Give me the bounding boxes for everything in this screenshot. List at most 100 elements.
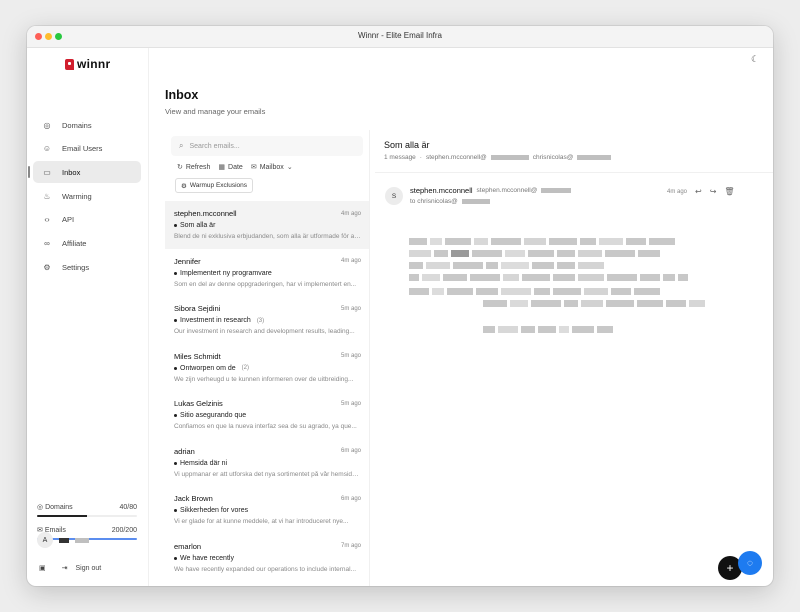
sidebar-item-email-users[interactable]: ☺ Email Users: [33, 138, 141, 160]
email-time: 4m ago: [340, 258, 361, 264]
message-to: to chrisnicolas@: [410, 198, 490, 205]
participant: chrisnicolas@: [532, 154, 574, 161]
email-list: stephen.mcconnell 4m ago Som alla är Blend …: [165, 201, 369, 582]
unread-dot: [174, 271, 177, 275]
domains-usage-label: ◎ Domains: [37, 504, 73, 511]
user-profile[interactable]: A: [37, 532, 89, 548]
warmup-exclusions-button[interactable]: ⚙ Warmup Exclusions: [175, 178, 254, 193]
email-time: 6m ago: [340, 448, 361, 454]
code-icon: ‹›: [44, 215, 50, 225]
redacted-username: [59, 537, 69, 543]
email-list-item[interactable]: Lukas Gelzinis 5m ago Sitio asegurando que…: [165, 391, 369, 439]
forward-icon[interactable]: ↪: [710, 187, 717, 196]
signout-button[interactable]: Sign out: [76, 565, 102, 572]
mailbox-filter-dropdown[interactable]: ✉ Mailbox ⌄: [250, 163, 293, 172]
unread-dot: [174, 556, 177, 560]
list-toolbar: ↻ Refresh ▦ Date ✉ Mailbox ⌄: [177, 163, 293, 172]
email-subject: Hemsida där ni: [180, 459, 228, 467]
domains-usage-bar: [37, 515, 137, 517]
unread-dot: [174, 319, 177, 322]
reply-icon[interactable]: ↩: [695, 187, 702, 196]
email-sender: Miles Schmidt: [174, 351, 221, 361]
search-icon: ⌕: [179, 141, 184, 150]
email-preview: Som en del av denne oppgraderingen, har …: [174, 280, 357, 288]
title-bar: Winnr - Elite Email Infra: [27, 26, 773, 48]
sidebar: winnr ◎ Domains ☺ Email Users ▭ Inbox ♨ Warming…: [27, 48, 149, 586]
sidebar-item-label: Settings: [62, 262, 90, 272]
collapse-sidebar-icon[interactable]: ▣: [39, 564, 46, 572]
mail-icon: ✉: [250, 164, 257, 171]
email-time: 5m ago: [340, 353, 361, 359]
email-preview: Vi er glade for at kunne meddele, at vi …: [174, 518, 349, 525]
email-sender: Lukas Gelzinis: [174, 399, 223, 408]
signout-icon: ⇥: [61, 565, 68, 572]
avatar: A: [37, 532, 53, 548]
email-subject: Implementert ny programvare: [180, 269, 272, 277]
app-window: Winnr - Elite Email Infra winnr ◎ Domains…: [27, 26, 773, 586]
message-actions: ↩ ↪ 🗑: [695, 187, 735, 196]
email-subject: Investment in research: [180, 317, 251, 324]
email-list-item[interactable]: Jack Brown 6m ago Sikkerheden for vores Vi …: [165, 486, 369, 534]
email-list-item[interactable]: emarlon 7m ago We have recently We have rec…: [165, 534, 369, 582]
email-list-item[interactable]: adrian 6m ago Hemsida där ni Vi uppmanar er…: [165, 439, 369, 487]
thread-count: (3): [256, 317, 265, 324]
email-subject: Som alla är: [180, 222, 216, 229]
email-subject: We have recently: [180, 554, 234, 562]
email-time: 6m ago: [340, 495, 361, 502]
sidebar-item-warming[interactable]: ♨ Warming: [33, 185, 141, 207]
sender-avatar: S: [385, 187, 403, 205]
page-subtitle: View and manage your emails: [165, 107, 266, 116]
theme-toggle-moon-icon[interactable]: ☾: [751, 54, 759, 65]
email-preview: Our investment in research and developme…: [174, 328, 355, 335]
unread-dot: [174, 509, 177, 512]
email-time: 5m ago: [340, 400, 361, 407]
sidebar-item-label: Affiliate: [62, 238, 87, 248]
email-subject: Ontworpen om de: [180, 364, 236, 372]
email-list-item[interactable]: Jennifer 4m ago Implementert ny programvar…: [165, 249, 369, 297]
email-preview: Confiamos en que la nueva interfaz sea d…: [174, 423, 357, 430]
domains-usage-value: 40/80: [119, 503, 137, 511]
email-list-item[interactable]: stephen.mcconnell 4m ago Som alla är Blend …: [165, 201, 369, 249]
email-list-item[interactable]: Miles Schmidt 5m ago Ontworpen om de (2) We …: [165, 344, 369, 392]
redacted-address: [490, 155, 529, 160]
email-preview: Blend de ni exklusiva erbjudanden, som a…: [174, 233, 361, 240]
date-sort-button[interactable]: ▦ Date: [218, 163, 242, 172]
calendar-icon: ▦: [218, 164, 226, 171]
redacted-username: [75, 537, 89, 543]
email-sender: Sibora Sejdini: [174, 304, 221, 313]
email-reader: Som alla är 1 message · stephen.mcconnel…: [375, 130, 773, 586]
email-sender: stephen.mcconnell: [174, 209, 237, 218]
sidebar-item-label: Warming: [62, 191, 92, 201]
email-sender: emarlon: [174, 541, 202, 551]
thread-count: (2): [241, 365, 249, 371]
participant: stephen.mcconnell@: [425, 154, 487, 161]
domains-usage-fill: [37, 515, 87, 517]
sidebar-item-domains[interactable]: ◎ Domains: [33, 114, 141, 136]
sidebar-nav: ◎ Domains ☺ Email Users ▭ Inbox ♨ Warming ‹› API ∞…: [28, 114, 141, 280]
link-icon: ∞: [44, 238, 50, 248]
message-from: stephen.mcconnell stephen.mcconnell@: [410, 186, 572, 195]
email-sender: Jennifer: [174, 256, 201, 266]
message-count: 1 message: [384, 154, 416, 161]
email-sender: Jack Brown: [174, 494, 213, 503]
support-chat-button[interactable]: ◌: [738, 551, 762, 575]
thread-title: Som alla är: [384, 140, 430, 150]
sender-email: stephen.mcconnell@: [476, 187, 538, 194]
sidebar-item-api[interactable]: ‹› API: [33, 209, 141, 231]
sidebar-item-label: Inbox: [62, 167, 81, 177]
gear-icon: ⚙: [181, 182, 187, 190]
search-input[interactable]: ⌕ Search emails...: [171, 136, 363, 156]
redacted-body-line: [409, 274, 688, 281]
logo-text: winnr: [77, 57, 111, 71]
email-list-panel: ⌕ Search emails... ↻ Refresh ▦ Date ✉ Mailb…: [165, 130, 370, 586]
trash-icon[interactable]: 🗑: [724, 187, 734, 196]
redacted-address: [577, 155, 612, 160]
email-list-item[interactable]: Sibora Sejdini 5m ago Investment in resear…: [165, 296, 369, 344]
gear-icon: ⚙: [43, 262, 51, 272]
sidebar-item-settings[interactable]: ⚙ Settings: [33, 256, 141, 278]
sidebar-item-affiliate[interactable]: ∞ Affiliate: [33, 232, 141, 254]
unread-dot: [174, 461, 177, 465]
refresh-button[interactable]: ↻ Refresh: [177, 163, 210, 172]
sidebar-item-inbox[interactable]: ▭ Inbox: [28, 161, 141, 184]
logo[interactable]: winnr: [65, 57, 111, 71]
